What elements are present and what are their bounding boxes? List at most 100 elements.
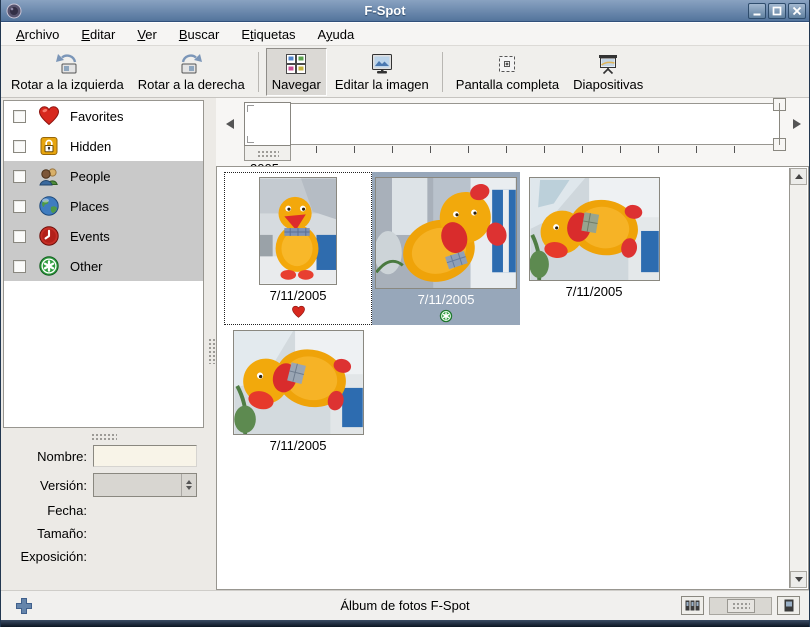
thumbnail-size-slider[interactable] <box>709 596 772 615</box>
zoom-out-thumbnails-button[interactable] <box>681 596 704 615</box>
minimize-icon <box>753 13 761 15</box>
photo-date: 7/11/2005 <box>417 292 475 307</box>
tag-label: People <box>70 168 111 184</box>
statusbar: Álbum de fotos F-Spot <box>1 590 809 620</box>
tag-label: Other <box>70 258 103 274</box>
timeline-selection-handle[interactable] <box>244 146 291 161</box>
small-thumbnails-icon <box>685 600 700 611</box>
photo-view: 7/11/2005 7/11/2005 7/11/2005 7/11/2005 <box>216 166 809 590</box>
timeline-widget: 2005 <box>216 98 809 166</box>
tag-row-other[interactable]: Other <box>4 251 203 281</box>
tag-row-hidden[interactable]: Hidden <box>4 131 203 161</box>
titlebar[interactable]: F-Spot <box>1 0 809 22</box>
toolbar-separator <box>257 51 259 92</box>
toolbar-button-label: Rotar a la derecha <box>137 76 245 92</box>
maximize-button[interactable] <box>768 2 786 19</box>
timeline-ticks <box>316 146 749 153</box>
scroll-up-button[interactable] <box>790 168 807 185</box>
slider-grip[interactable] <box>727 598 755 613</box>
slideshow-button[interactable]: Diapositivas <box>567 48 649 96</box>
tag-row-events[interactable]: Events <box>4 221 203 251</box>
photo-cell[interactable]: 7/11/2005 <box>224 172 372 325</box>
content-area: 2005 <box>216 98 809 590</box>
tag-list: Favorites Hidden People Places Events Ot… <box>3 100 204 428</box>
pane-splitter-grip[interactable] <box>208 338 215 364</box>
tag-checkbox-favorites[interactable] <box>13 109 26 123</box>
add-tag-button[interactable] <box>14 596 34 616</box>
heart-icon <box>291 304 306 320</box>
menu-etiquetas[interactable]: Etiquetas <box>230 24 306 45</box>
main-area: Favorites Hidden People Places Events Ot… <box>1 98 809 590</box>
photo-details-panel: Nombre: Versión: Fecha: Tamaño: Exposici… <box>1 445 206 572</box>
version-combobox[interactable] <box>93 473 197 497</box>
browse-button[interactable]: Navegar <box>265 47 327 96</box>
window-title: F-Spot <box>364 3 406 18</box>
slideshow-icon <box>595 51 621 77</box>
close-icon <box>792 6 802 15</box>
tag-checkbox-other[interactable] <box>13 259 26 273</box>
clock-icon <box>39 226 59 246</box>
timeline-selection-box[interactable] <box>244 102 291 146</box>
rotate-right-icon <box>177 51 205 77</box>
timeline-range-connector <box>779 103 780 145</box>
edit-image-icon <box>369 51 395 77</box>
asterisk-icon <box>39 256 59 276</box>
date-label: Fecha: <box>47 503 87 518</box>
plus-icon <box>16 598 32 614</box>
lock-icon <box>40 137 58 155</box>
timeline-left-arrow[interactable] <box>226 119 234 129</box>
edit-image-button[interactable]: Editar la imagen <box>329 48 435 96</box>
photo-cell[interactable]: 7/11/2005 <box>520 172 668 325</box>
name-input[interactable] <box>93 445 197 467</box>
toolbar-button-label: Editar la imagen <box>334 76 429 92</box>
pane-splitter[interactable] <box>206 98 216 590</box>
scroll-down-button[interactable] <box>790 571 807 588</box>
close-button[interactable] <box>788 2 806 19</box>
tag-checkbox-events[interactable] <box>13 229 26 243</box>
fullscreen-button[interactable]: Pantalla completa <box>450 48 565 96</box>
menu-editar[interactable]: Editar <box>70 24 126 45</box>
tag-label: Hidden <box>70 138 112 154</box>
photo-date: 7/11/2005 <box>565 284 623 299</box>
globe-icon <box>39 196 59 216</box>
size-label: Tamaño: <box>37 526 87 541</box>
spinner-arrows-icon[interactable] <box>181 474 196 496</box>
tag-sidebar: Favorites Hidden People Places Events Ot… <box>1 98 206 590</box>
rotate-left-icon <box>53 51 81 77</box>
vertical-scrollbar[interactable] <box>789 168 807 588</box>
sidebar-pane-handle[interactable] <box>90 433 117 441</box>
exposure-label: Exposición: <box>20 549 87 564</box>
rotate-left-button[interactable]: Rotar a la izquierda <box>5 48 130 96</box>
menu-ayuda[interactable]: Ayuda <box>307 24 366 45</box>
menu-archivo[interactable]: Archivo <box>5 24 70 45</box>
window-frame-bottom <box>1 620 809 627</box>
photo-date: 7/11/2005 <box>269 438 327 453</box>
fullscreen-icon <box>495 51 519 77</box>
people-icon <box>39 168 58 186</box>
minimize-button[interactable] <box>748 2 766 19</box>
photo-thumbnail <box>232 330 364 435</box>
timeline-strip[interactable] <box>244 103 779 145</box>
tag-row-favorites[interactable]: Favorites <box>4 101 203 131</box>
photo-thumbnail <box>375 177 517 289</box>
menu-ver[interactable]: Ver <box>126 24 168 45</box>
arrow-up-icon <box>794 174 803 179</box>
tag-checkbox-places[interactable] <box>13 199 26 213</box>
tag-row-places[interactable]: Places <box>4 191 203 221</box>
zoom-in-thumbnails-button[interactable] <box>777 596 800 615</box>
thumbnail-zoom-controls <box>681 596 800 615</box>
timeline-right-arrow[interactable] <box>793 119 801 129</box>
tag-row-people[interactable]: People <box>4 161 203 191</box>
tag-label: Events <box>70 228 110 244</box>
tag-checkbox-hidden[interactable] <box>13 139 26 153</box>
toolbar-button-label: Rotar a la izquierda <box>11 76 124 92</box>
large-thumbnail-icon <box>784 599 793 612</box>
menu-buscar[interactable]: Buscar <box>168 24 230 45</box>
photo-cell[interactable]: 7/11/2005 <box>372 172 520 325</box>
photo-cell[interactable]: 7/11/2005 <box>224 325 372 478</box>
tag-checkbox-people[interactable] <box>13 169 26 183</box>
rotate-right-button[interactable]: Rotar a la derecha <box>132 48 251 96</box>
heart-icon <box>38 106 60 126</box>
menubar: Archivo Editar Ver Buscar Etiquetas Ayud… <box>1 22 809 46</box>
toolbar-button-label: Diapositivas <box>573 76 644 92</box>
